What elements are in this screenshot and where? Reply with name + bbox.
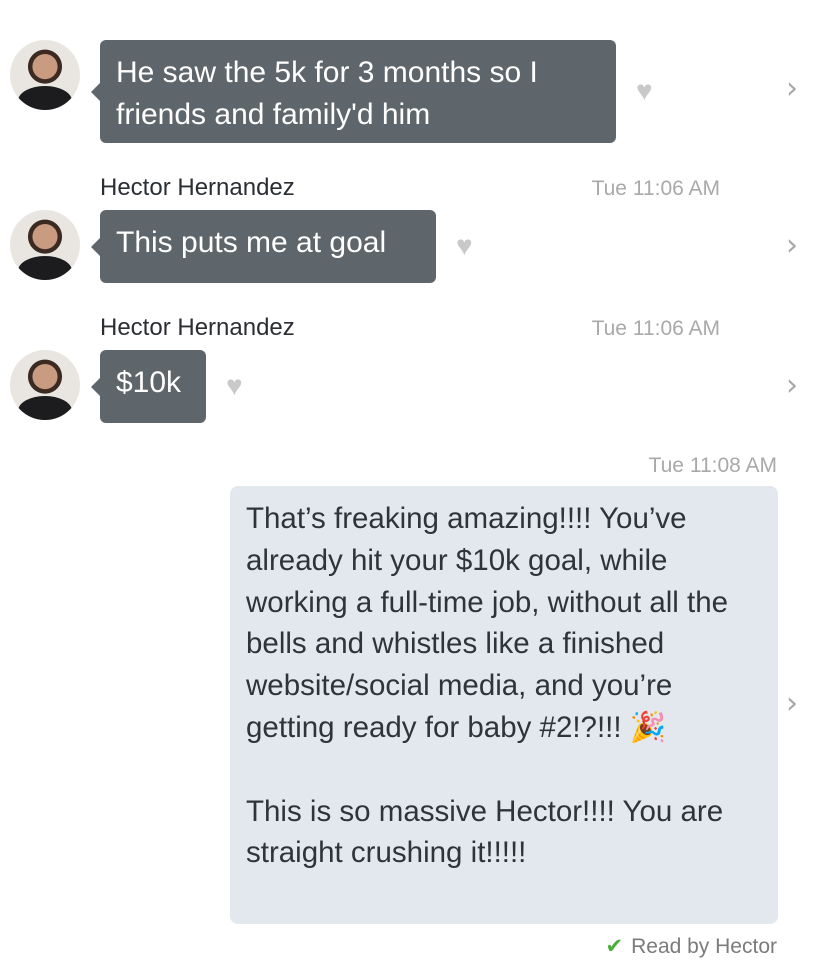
sender-name: Hector Hernandez [100, 174, 295, 201]
heart-icon[interactable]: ♥ [636, 77, 653, 105]
message-text: That’s freaking amazing!!!! You’ve alrea… [246, 502, 729, 744]
message-bubble-incoming[interactable]: He saw the 5k for 3 months so I friends … [91, 40, 616, 143]
message-bubble-incoming[interactable]: This puts me at goal [91, 210, 436, 283]
message-text: He saw the 5k for 3 months so I friends … [116, 56, 538, 131]
timestamp: Tue 11:08 AM [648, 454, 777, 477]
heart-icon[interactable]: ♥ [456, 232, 473, 260]
chevron-right-icon[interactable]: › [786, 231, 798, 261]
message-text: This puts me at goal [116, 226, 387, 259]
chevron-right-icon[interactable]: › [786, 689, 798, 719]
message-text: This is so massive Hector!!!! You are st… [246, 794, 724, 870]
party-popper-icon: 🎉 [629, 709, 667, 744]
avatar[interactable] [10, 350, 80, 420]
avatar[interactable] [10, 40, 80, 110]
check-icon: ✔ [605, 934, 624, 958]
message-bubble-outgoing[interactable]: That’s freaking amazing!!!! You’ve alrea… [230, 486, 778, 924]
read-receipt-text: Read by Hector [631, 935, 777, 958]
timestamp: Tue 11:06 AM [591, 177, 720, 200]
chevron-right-icon[interactable]: › [786, 371, 798, 401]
message-text: $10k [116, 366, 182, 399]
message-bubble-incoming[interactable]: $10k [91, 350, 206, 423]
sender-name: Hector Hernandez [100, 314, 295, 341]
heart-icon[interactable]: ♥ [226, 372, 243, 400]
avatar[interactable] [10, 210, 80, 280]
chevron-right-icon[interactable]: › [786, 74, 798, 104]
timestamp: Tue 11:06 AM [591, 317, 720, 340]
read-receipt: ✔ Read by Hector [605, 934, 777, 959]
